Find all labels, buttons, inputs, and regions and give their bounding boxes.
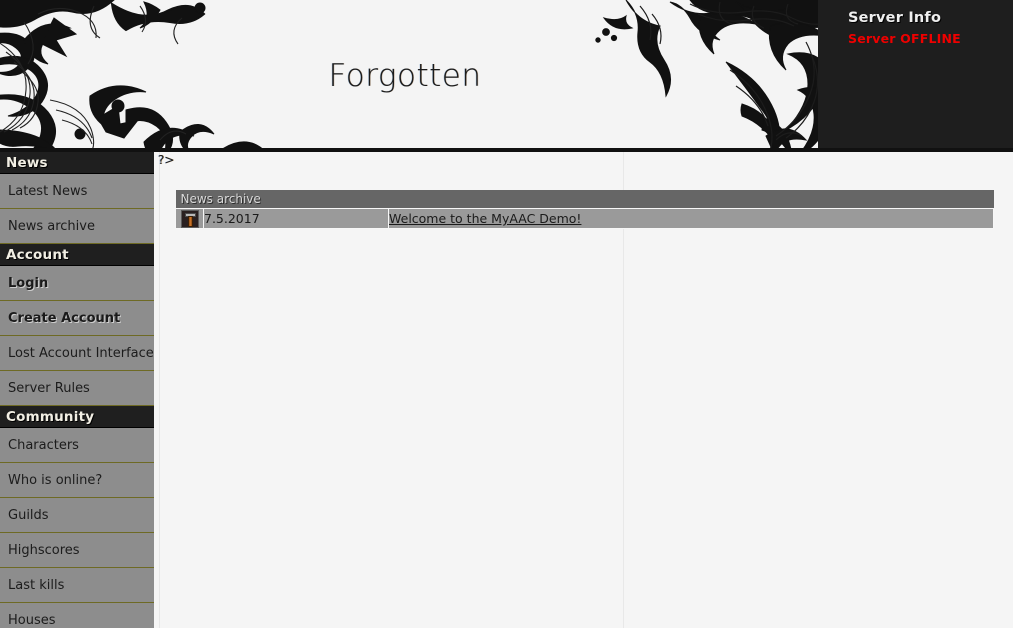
site-title: Forgotten — [328, 58, 482, 94]
content-rule-left — [159, 152, 160, 628]
sidebar-section-header-community: Community — [0, 406, 154, 428]
news-icon-cell — [175, 208, 204, 229]
sidebar-navigation: News Latest News News archive Account Login C… — [0, 152, 154, 628]
news-archive-rows: 7.5.2017 Welcome to the MyAAC Demo! — [175, 208, 994, 229]
sidebar-item-who-is-online[interactable]: Who is online? — [0, 463, 154, 498]
sidebar-item-highscores[interactable]: Highscores — [0, 533, 154, 568]
news-archive-caption: News archive — [175, 190, 994, 209]
sidebar-item-characters[interactable]: Characters — [0, 428, 154, 463]
sidebar-item-guilds[interactable]: Guilds — [0, 498, 154, 533]
php-close-tag-artifact: ?> — [158, 153, 175, 167]
sidebar-item-create-account[interactable]: Create Account — [0, 301, 154, 336]
news-scroll-icon — [180, 209, 199, 228]
sidebar-item-login[interactable]: Login — [0, 266, 154, 301]
sidebar-item-news-archive[interactable]: News archive — [0, 209, 154, 244]
sidebar-section-header-news: News — [0, 152, 154, 174]
sidebar-item-lost-account-interface[interactable]: Lost Account Interface — [0, 336, 154, 371]
server-info-title: Server Info — [848, 10, 942, 26]
sidebar-item-last-kills[interactable]: Last kills — [0, 568, 154, 603]
page-root: Forgotten Server Info Server OFFLINE New… — [0, 0, 1013, 628]
sidebar-item-latest-news[interactable]: Latest News — [0, 174, 154, 209]
sidebar-item-server-rules[interactable]: Server Rules — [0, 371, 154, 406]
sidebar-section-header-account: Account — [0, 244, 154, 266]
news-archive-table: News archive 7.5.2017 Welcome to the MyAA… — [175, 190, 994, 229]
server-info-panel: Server Info Server OFFLINE — [818, 0, 1013, 152]
news-title-cell: Welcome to the MyAAC Demo! — [388, 208, 994, 229]
news-date-cell: 7.5.2017 — [203, 208, 389, 229]
sidebar-item-houses[interactable]: Houses — [0, 603, 154, 628]
news-title-link[interactable]: Welcome to the MyAAC Demo! — [389, 211, 581, 226]
site-header: Forgotten Server Info Server OFFLINE — [0, 0, 1013, 152]
main-content: ?> News archive 7.5.2017 Welcome to the M… — [154, 152, 1013, 628]
table-row: 7.5.2017 Welcome to the MyAAC Demo! — [175, 208, 994, 229]
server-status-badge: Server OFFLINE — [848, 31, 961, 46]
